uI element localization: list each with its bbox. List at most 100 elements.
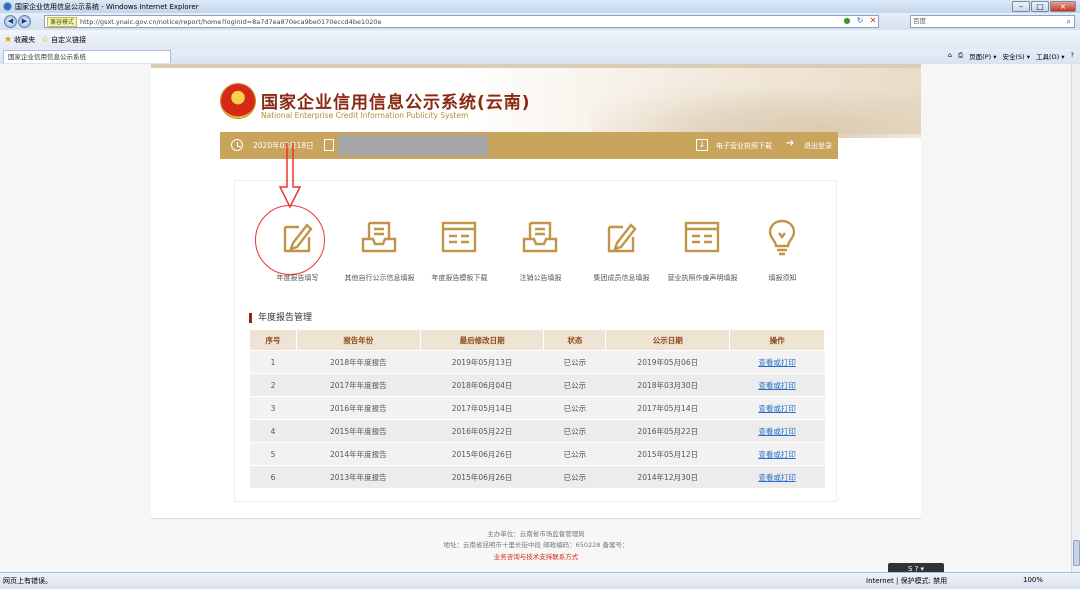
annotation-arrow-icon xyxy=(278,143,302,209)
tab-bar: 国家企业信用信息公示系统 ⌂ ⎙ 页面(P) ▾ 安全(S) ▾ 工具(O) ▾… xyxy=(0,49,1080,64)
edit-icon xyxy=(601,217,641,257)
table-row: 3 2016年年度报告 2017年05月14日 已公示 2017年05月14日 … xyxy=(249,396,825,420)
national-emblem-icon xyxy=(221,84,255,118)
annual-report-table: 序号 报告年份 最后修改日期 状态 公示日期 操作 1 2018年年度报告 20… xyxy=(249,329,825,489)
close-button[interactable]: × xyxy=(1050,1,1076,12)
compat-mode-badge[interactable]: 兼容模式 xyxy=(47,16,78,27)
url-text[interactable]: http://gsxt.ynaic.gov.cn/notice/report/h… xyxy=(80,18,381,26)
maximize-button[interactable]: □ xyxy=(1031,1,1049,12)
site-title: 国家企业信用信息公示系统(云南) xyxy=(261,93,531,113)
cell-modified: 2015年06月26日 xyxy=(420,442,544,466)
minimize-button[interactable]: – xyxy=(1012,1,1030,12)
cell-index: 4 xyxy=(249,419,297,443)
col-header: 序号 xyxy=(249,329,297,351)
lightbulb-icon xyxy=(762,217,802,257)
cell-published: 2016年05月22日 xyxy=(605,419,730,443)
cell-modified: 2016年05月22日 xyxy=(420,419,544,443)
scrollbar-thumb[interactable] xyxy=(1073,540,1080,566)
cell-modified: 2018年06月04日 xyxy=(420,373,544,397)
cell-published: 2017年05月14日 xyxy=(605,396,730,420)
view-print-link[interactable]: 查看或打印 xyxy=(758,473,796,482)
tile-group-members[interactable]: 集团成员信息填报 xyxy=(579,217,664,287)
col-header: 报告年份 xyxy=(295,329,421,351)
tile-label: 注销公告填报 xyxy=(519,274,562,282)
compat-view-icon[interactable]: ● xyxy=(842,16,852,26)
tray-icon xyxy=(520,217,560,257)
cell-status: 已公示 xyxy=(543,373,606,397)
tile-label: 年度报告模板下载 xyxy=(431,274,488,282)
footer-address: 地址：云南省昆明市十里长街中段 邮政编码：650228 备案号： xyxy=(443,541,629,549)
site-footer: 主办单位：云南省市场监督管理局 地址：云南省昆明市十里长街中段 邮政编码：650… xyxy=(151,518,921,572)
cell-status: 已公示 xyxy=(543,419,606,443)
back-button[interactable]: ◀ xyxy=(4,15,17,28)
tile-label: 营业执照作废声明填报 xyxy=(667,274,738,282)
tile-instructions[interactable]: 填报须知 xyxy=(740,217,825,287)
tools-menu[interactable]: 工具(O) ▾ xyxy=(1036,51,1065,61)
cell-action: 查看或打印 xyxy=(729,465,825,489)
favorites-button[interactable]: ★ 收藏夹 xyxy=(4,35,35,45)
refresh-icon[interactable]: ↻ xyxy=(855,16,865,26)
print-icon[interactable]: ⎙ xyxy=(958,51,963,61)
cell-action: 查看或打印 xyxy=(729,419,825,443)
footer-sponsor: 主办单位：云南省市场监督管理局 xyxy=(487,530,585,538)
command-bar: ⌂ ⎙ 页面(P) ▾ 安全(S) ▾ 工具(O) ▾ ? xyxy=(948,51,1074,61)
tile-template-download[interactable]: 年度报告模板下载 xyxy=(417,217,502,287)
table-row: 6 2013年年度报告 2015年06月26日 已公示 2014年12月30日 … xyxy=(249,465,825,489)
view-print-link[interactable]: 查看或打印 xyxy=(758,450,796,459)
cell-status: 已公示 xyxy=(543,350,606,374)
cell-modified: 2017年05月14日 xyxy=(420,396,544,420)
home-icon[interactable]: ⌂ xyxy=(948,51,952,61)
view-print-link[interactable]: 查看或打印 xyxy=(758,404,796,413)
tile-label: 集团成员信息填报 xyxy=(593,274,650,282)
cell-action: 查看或打印 xyxy=(729,350,825,374)
window-titlebar: 国家企业信用信息公示系统 - Windows Internet Explorer… xyxy=(0,0,1080,13)
search-input[interactable]: 百度 ⌕ xyxy=(910,15,1075,28)
cell-index: 3 xyxy=(249,396,297,420)
table-row: 1 2018年年度报告 2019年05月13日 已公示 2019年05月06日 … xyxy=(249,350,825,374)
page-menu[interactable]: 页面(P) ▾ xyxy=(969,51,996,61)
cell-index: 1 xyxy=(249,350,297,374)
stop-icon[interactable]: ✕ xyxy=(868,16,878,26)
search-icon[interactable]: ⌕ xyxy=(1067,16,1071,27)
page-error-status[interactable]: 网页上有错误。 xyxy=(3,576,52,586)
site-container: 国家企业信用信息公示系统(云南) National Enterprise Cre… xyxy=(151,64,921,572)
custom-link[interactable]: ☆ 自定义链接 xyxy=(41,35,86,45)
logout-link[interactable]: 退出登录 xyxy=(804,141,832,151)
cell-published: 2019年05月06日 xyxy=(605,350,730,374)
forward-button[interactable]: ▶ xyxy=(18,15,31,28)
cell-action: 查看或打印 xyxy=(729,396,825,420)
status-bar: 网页上有错误。 Internet | 保护模式: 禁用 100% xyxy=(0,572,1080,589)
cell-published: 2018年03月30日 xyxy=(605,373,730,397)
cell-status: 已公示 xyxy=(543,442,606,466)
tile-label: 其他自行公示信息填报 xyxy=(344,274,415,282)
template-icon xyxy=(682,217,722,257)
tile-license-void[interactable]: 营业执照作废声明填报 xyxy=(660,217,745,287)
cell-published: 2015年05月12日 xyxy=(605,442,730,466)
address-field[interactable]: 兼容模式 http://gsxt.ynaic.gov.cn/notice/rep… xyxy=(44,15,879,28)
cell-modified: 2019年05月13日 xyxy=(420,350,544,374)
vertical-scrollbar[interactable] xyxy=(1071,64,1080,572)
cell-modified: 2015年06月26日 xyxy=(420,465,544,489)
table-row: 4 2015年年度报告 2016年05月22日 已公示 2016年05月22日 … xyxy=(249,419,825,443)
col-header: 最后修改日期 xyxy=(419,329,545,351)
cell-status: 已公示 xyxy=(543,396,606,420)
function-tiles: 年度报告填写 其他自行公示信息填报 年度报告模板下载 注销公告填报 集团成员信息… xyxy=(255,217,825,287)
view-print-link[interactable]: 查看或打印 xyxy=(758,358,796,367)
table-row: 5 2014年年度报告 2015年06月26日 已公示 2015年05月12日 … xyxy=(249,442,825,466)
col-header: 操作 xyxy=(729,329,825,351)
view-print-link[interactable]: 查看或打印 xyxy=(758,427,796,436)
footer-support-link[interactable]: 业务咨询与技术支持联系方式 xyxy=(151,551,921,561)
download-icon[interactable]: ↓ xyxy=(696,139,708,151)
zoom-level[interactable]: 100% xyxy=(1023,576,1043,584)
tile-cancellation-notice[interactable]: 注销公告填报 xyxy=(498,217,583,287)
address-toolbar: ◀ ▶ 兼容模式 http://gsxt.ynaic.gov.cn/notice… xyxy=(0,13,1080,30)
help-icon[interactable]: ? xyxy=(1071,51,1074,61)
star-icon: ★ xyxy=(4,34,13,45)
view-print-link[interactable]: 查看或打印 xyxy=(758,381,796,390)
user-bar: 2020年03月18日 ↓ 电子营业执照下载 ➔ 退出登录 xyxy=(220,132,838,159)
download-license-link[interactable]: 电子营业执照下载 xyxy=(716,141,772,151)
logout-icon[interactable]: ➔ xyxy=(786,138,794,149)
tile-other-disclosure[interactable]: 其他自行公示信息填报 xyxy=(337,217,422,287)
safety-menu[interactable]: 安全(S) ▾ xyxy=(1002,51,1030,61)
tab-gsxt[interactable]: 国家企业信用信息公示系统 xyxy=(3,50,171,63)
